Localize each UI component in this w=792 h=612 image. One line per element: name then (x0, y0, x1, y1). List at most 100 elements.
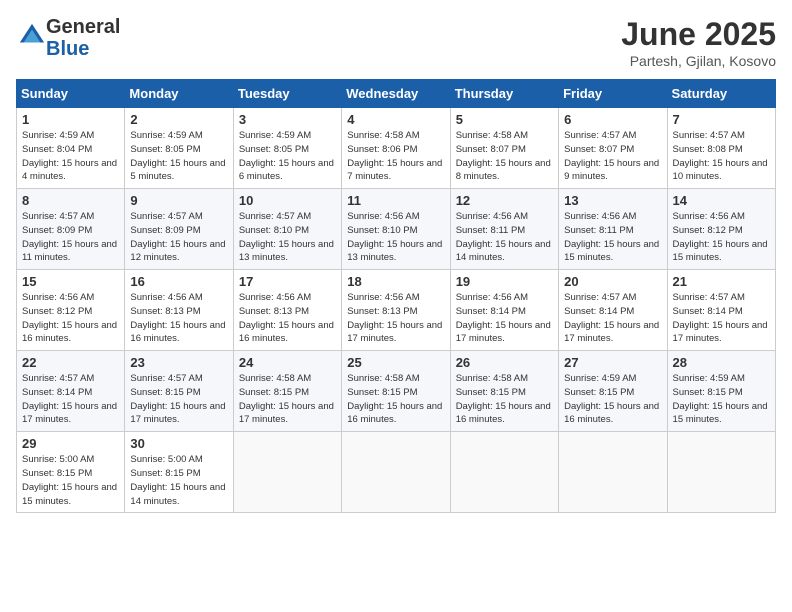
day-info: Sunrise: 4:58 AM Sunset: 8:15 PM Dayligh… (239, 372, 336, 427)
calendar-day-cell: 19 Sunrise: 4:56 AM Sunset: 8:14 PM Dayli… (450, 270, 558, 351)
calendar-day-cell: 16 Sunrise: 4:56 AM Sunset: 8:13 PM Dayli… (125, 270, 233, 351)
calendar-day-cell: 9Sunrise: 4:57 AM Sunset: 8:09 PM Daylig… (125, 189, 233, 270)
calendar-day-cell: 13 Sunrise: 4:56 AM Sunset: 8:11 PM Dayli… (559, 189, 667, 270)
day-info: Sunrise: 4:57 AM Sunset: 8:10 PM Dayligh… (239, 210, 336, 265)
calendar-week-row: 8 Sunrise: 4:57 AM Sunset: 8:09 PM Daylig… (17, 189, 776, 270)
calendar-day-cell: 30 Sunrise: 5:00 AM Sunset: 8:15 PM Dayli… (125, 432, 233, 513)
calendar-week-row: 29Sunrise: 5:00 AM Sunset: 8:15 PM Dayli… (17, 432, 776, 513)
day-info: Sunrise: 4:57 AM Sunset: 8:09 PM Dayligh… (22, 210, 119, 265)
calendar-day-cell (450, 432, 558, 513)
calendar-day-cell: 29Sunrise: 5:00 AM Sunset: 8:15 PM Dayli… (17, 432, 125, 513)
day-info: Sunrise: 4:57 AM Sunset: 8:15 PM Dayligh… (130, 372, 227, 427)
day-number: 15 (22, 274, 119, 289)
day-number: 18 (347, 274, 444, 289)
day-number: 27 (564, 355, 661, 370)
day-number: 11 (347, 193, 444, 208)
day-info: Sunrise: 4:58 AM Sunset: 8:15 PM Dayligh… (347, 372, 444, 427)
calendar-day-cell (667, 432, 775, 513)
day-info: Sunrise: 4:57 AM Sunset: 8:08 PM Dayligh… (673, 129, 770, 184)
weekday-header: Wednesday (342, 80, 450, 108)
calendar-day-cell: 22Sunrise: 4:57 AM Sunset: 8:14 PM Dayli… (17, 351, 125, 432)
weekday-header: Monday (125, 80, 233, 108)
logo-blue-text: Blue (46, 38, 89, 60)
calendar-day-cell (342, 432, 450, 513)
weekday-header: Tuesday (233, 80, 341, 108)
day-info: Sunrise: 4:59 AM Sunset: 8:05 PM Dayligh… (239, 129, 336, 184)
day-number: 4 (347, 112, 444, 127)
day-info: Sunrise: 4:57 AM Sunset: 8:14 PM Dayligh… (564, 291, 661, 346)
day-info: Sunrise: 4:57 AM Sunset: 8:14 PM Dayligh… (673, 291, 770, 346)
calendar-day-cell: 15 Sunrise: 4:56 AM Sunset: 8:12 PM Dayli… (17, 270, 125, 351)
day-info: Sunrise: 4:56 AM Sunset: 8:12 PM Dayligh… (673, 210, 770, 265)
day-info: Sunrise: 4:59 AM Sunset: 8:05 PM Dayligh… (130, 129, 227, 184)
day-info: Sunrise: 4:56 AM Sunset: 8:13 PM Dayligh… (347, 291, 444, 346)
day-number: 25 (347, 355, 444, 370)
page-header: General Blue June 2025 Partesh, Gjilan, … (16, 16, 776, 69)
calendar-day-cell: 23Sunrise: 4:57 AM Sunset: 8:15 PM Dayli… (125, 351, 233, 432)
calendar-day-cell (559, 432, 667, 513)
day-number: 3 (239, 112, 336, 127)
calendar-table: SundayMondayTuesdayWednesdayThursdayFrid… (16, 79, 776, 513)
day-info: Sunrise: 4:56 AM Sunset: 8:13 PM Dayligh… (130, 291, 227, 346)
day-number: 13 (564, 193, 661, 208)
logo: General Blue (16, 16, 120, 60)
month-title: June 2025 (621, 16, 776, 53)
day-number: 16 (130, 274, 227, 289)
day-info: Sunrise: 4:56 AM Sunset: 8:12 PM Dayligh… (22, 291, 119, 346)
logo-icon (18, 22, 46, 50)
calendar-day-cell: 20 Sunrise: 4:57 AM Sunset: 8:14 PM Dayli… (559, 270, 667, 351)
calendar-day-cell (233, 432, 341, 513)
day-number: 28 (673, 355, 770, 370)
day-info: Sunrise: 4:59 AM Sunset: 8:15 PM Dayligh… (673, 372, 770, 427)
day-number: 30 (130, 436, 227, 451)
day-info: Sunrise: 4:59 AM Sunset: 8:15 PM Dayligh… (564, 372, 661, 427)
day-number: 26 (456, 355, 553, 370)
calendar-week-row: 15 Sunrise: 4:56 AM Sunset: 8:12 PM Dayli… (17, 270, 776, 351)
day-info: Sunrise: 4:57 AM Sunset: 8:07 PM Dayligh… (564, 129, 661, 184)
weekday-header: Friday (559, 80, 667, 108)
calendar-day-cell: 11 Sunrise: 4:56 AM Sunset: 8:10 PM Dayli… (342, 189, 450, 270)
day-info: Sunrise: 4:56 AM Sunset: 8:11 PM Dayligh… (456, 210, 553, 265)
day-info: Sunrise: 4:56 AM Sunset: 8:13 PM Dayligh… (239, 291, 336, 346)
calendar-header-row: SundayMondayTuesdayWednesdayThursdayFrid… (17, 80, 776, 108)
day-info: Sunrise: 4:56 AM Sunset: 8:10 PM Dayligh… (347, 210, 444, 265)
calendar-day-cell: 17 Sunrise: 4:56 AM Sunset: 8:13 PM Dayli… (233, 270, 341, 351)
day-info: Sunrise: 5:00 AM Sunset: 8:15 PM Dayligh… (130, 453, 227, 508)
calendar-day-cell: 18 Sunrise: 4:56 AM Sunset: 8:13 PM Dayli… (342, 270, 450, 351)
calendar-day-cell: 10 Sunrise: 4:57 AM Sunset: 8:10 PM Dayli… (233, 189, 341, 270)
calendar-day-cell: 21Sunrise: 4:57 AM Sunset: 8:14 PM Dayli… (667, 270, 775, 351)
calendar-day-cell: 27 Sunrise: 4:59 AM Sunset: 8:15 PM Dayli… (559, 351, 667, 432)
day-number: 20 (564, 274, 661, 289)
calendar-day-cell: 7 Sunrise: 4:57 AM Sunset: 8:08 PM Daylig… (667, 108, 775, 189)
calendar-day-cell: 26 Sunrise: 4:58 AM Sunset: 8:15 PM Dayli… (450, 351, 558, 432)
location-text: Partesh, Gjilan, Kosovo (621, 53, 776, 69)
day-info: Sunrise: 4:58 AM Sunset: 8:15 PM Dayligh… (456, 372, 553, 427)
day-info: Sunrise: 5:00 AM Sunset: 8:15 PM Dayligh… (22, 453, 119, 508)
calendar-day-cell: 28 Sunrise: 4:59 AM Sunset: 8:15 PM Dayli… (667, 351, 775, 432)
day-number: 8 (22, 193, 119, 208)
day-number: 9 (130, 193, 227, 208)
calendar-day-cell: 2 Sunrise: 4:59 AM Sunset: 8:05 PM Daylig… (125, 108, 233, 189)
day-info: Sunrise: 4:58 AM Sunset: 8:07 PM Dayligh… (456, 129, 553, 184)
day-info: Sunrise: 4:58 AM Sunset: 8:06 PM Dayligh… (347, 129, 444, 184)
calendar-day-cell: 5Sunrise: 4:58 AM Sunset: 8:07 PM Daylig… (450, 108, 558, 189)
title-block: June 2025 Partesh, Gjilan, Kosovo (621, 16, 776, 69)
day-number: 7 (673, 112, 770, 127)
calendar-day-cell: 8 Sunrise: 4:57 AM Sunset: 8:09 PM Daylig… (17, 189, 125, 270)
day-number: 14 (673, 193, 770, 208)
day-number: 19 (456, 274, 553, 289)
day-number: 2 (130, 112, 227, 127)
day-number: 6 (564, 112, 661, 127)
calendar-day-cell: 3 Sunrise: 4:59 AM Sunset: 8:05 PM Daylig… (233, 108, 341, 189)
day-info: Sunrise: 4:56 AM Sunset: 8:14 PM Dayligh… (456, 291, 553, 346)
day-info: Sunrise: 4:56 AM Sunset: 8:11 PM Dayligh… (564, 210, 661, 265)
calendar-day-cell: 1Sunrise: 4:59 AM Sunset: 8:04 PM Daylig… (17, 108, 125, 189)
calendar-day-cell: 4 Sunrise: 4:58 AM Sunset: 8:06 PM Daylig… (342, 108, 450, 189)
day-number: 1 (22, 112, 119, 127)
day-number: 17 (239, 274, 336, 289)
calendar-week-row: 22Sunrise: 4:57 AM Sunset: 8:14 PM Dayli… (17, 351, 776, 432)
day-number: 22 (22, 355, 119, 370)
day-number: 10 (239, 193, 336, 208)
calendar-day-cell: 24Sunrise: 4:58 AM Sunset: 8:15 PM Dayli… (233, 351, 341, 432)
weekday-header: Thursday (450, 80, 558, 108)
